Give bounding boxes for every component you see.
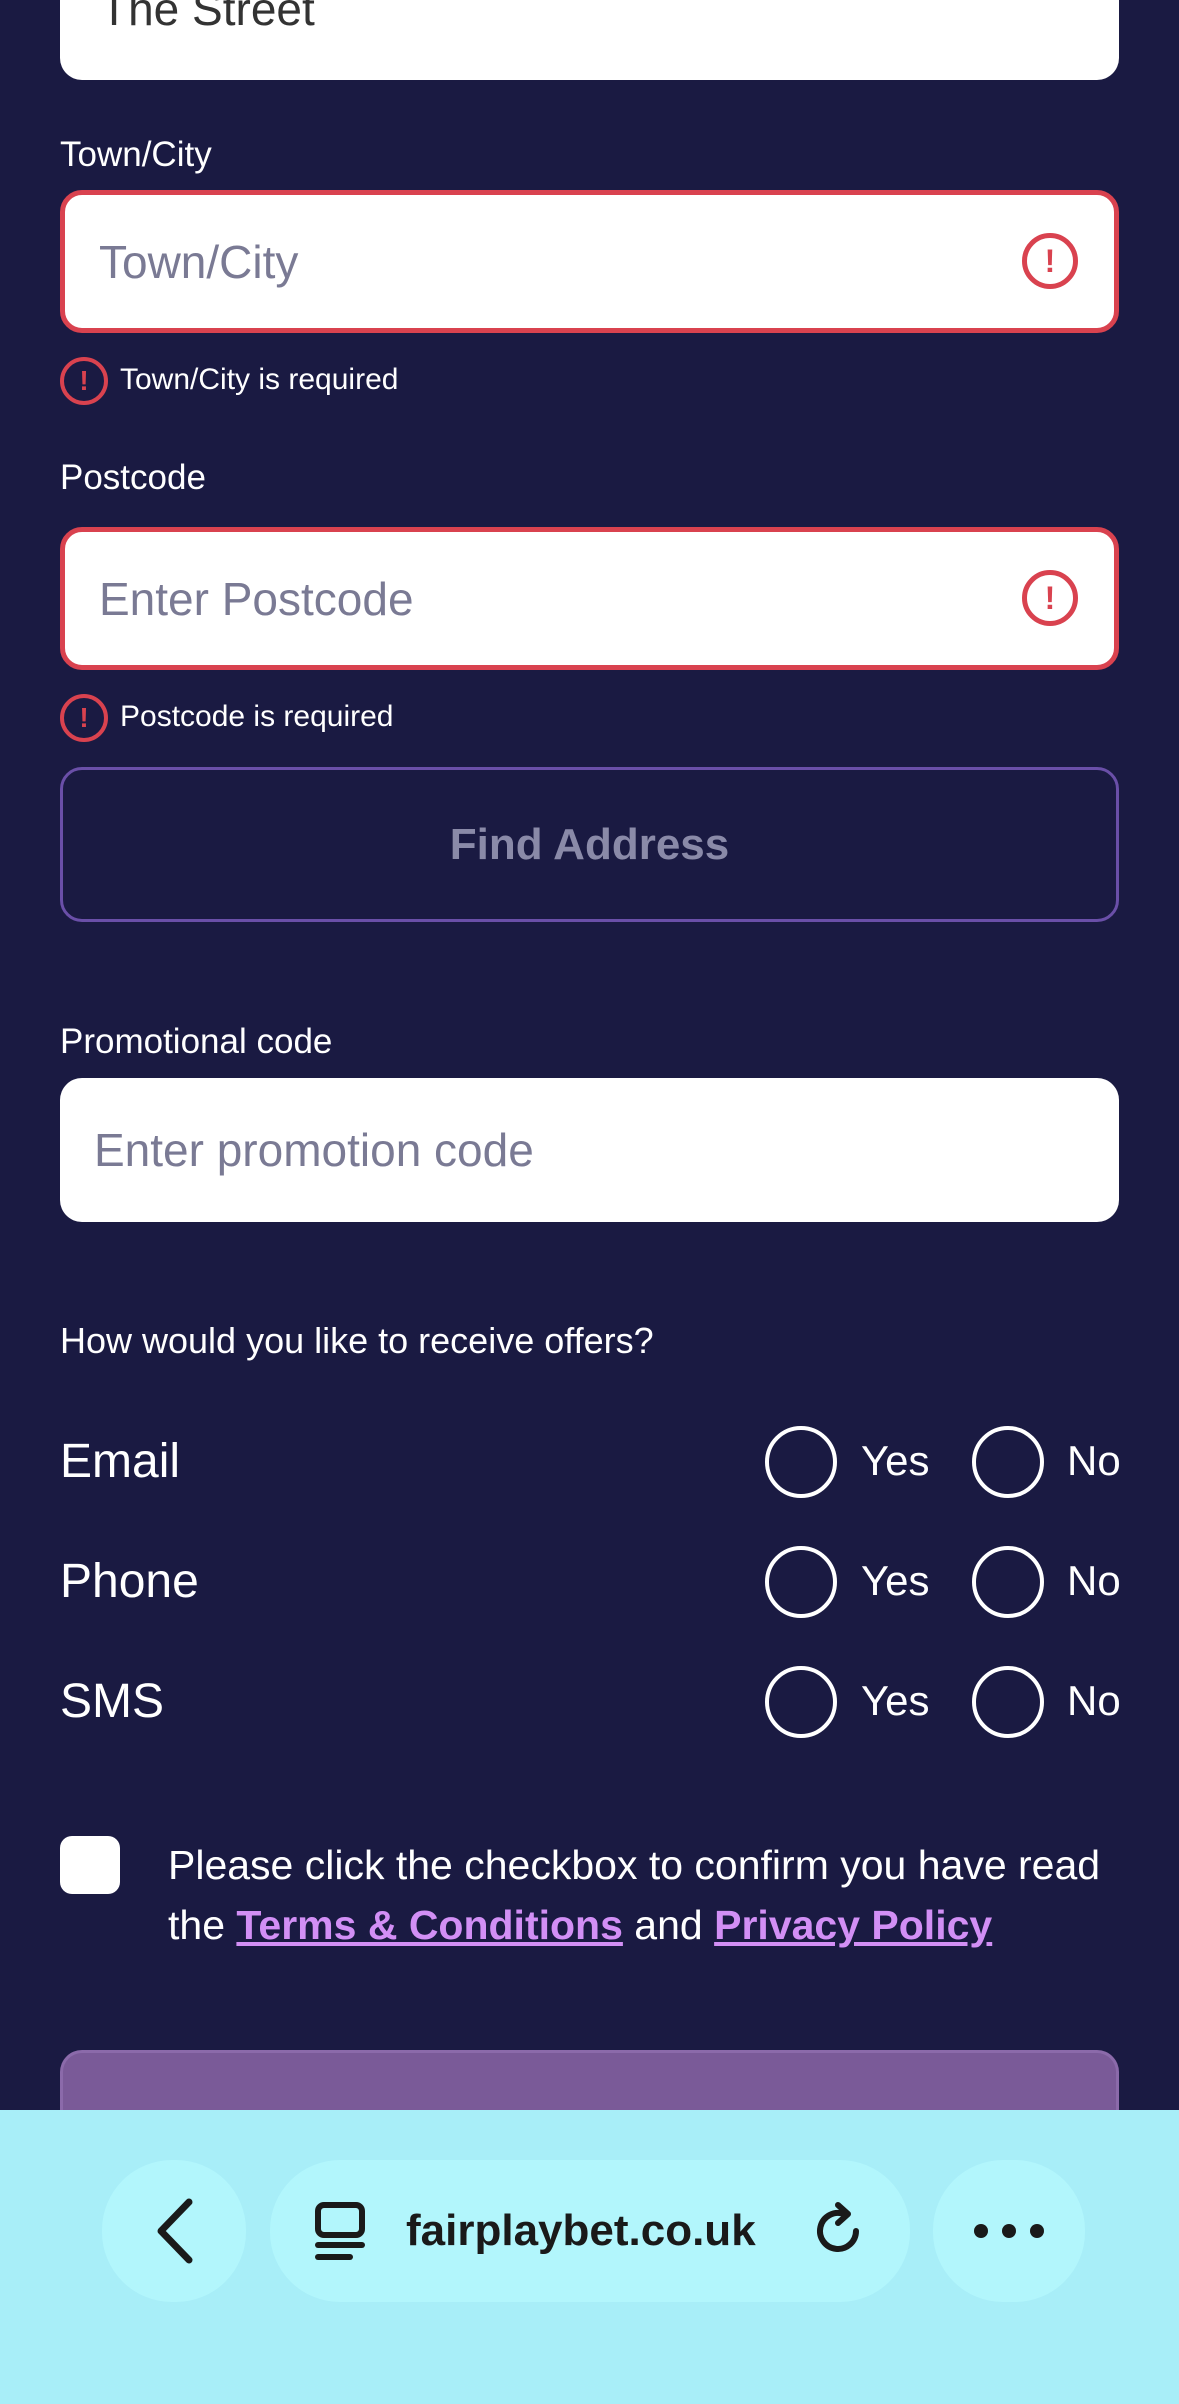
promo-input-placeholder: Enter promotion code [94, 1124, 534, 1176]
offer-row-sms-label: SMS [60, 1675, 165, 1728]
chevron-left-icon [157, 2198, 193, 2264]
street-input-value: The Street [100, 0, 315, 35]
offers-question: How would you like to receive offers? [60, 1320, 654, 1361]
phone-yes-label: Yes [861, 1557, 930, 1604]
tabs-icon [315, 2202, 365, 2260]
email-yes-label: Yes [861, 1437, 930, 1484]
postcode-error-text: Postcode is required [120, 700, 394, 733]
postcode-input-placeholder: Enter Postcode [99, 572, 414, 625]
offer-row-phone-label: Phone [60, 1555, 199, 1608]
town-error-text: Town/City is required [120, 363, 399, 396]
sms-no-radio[interactable] [972, 1666, 1044, 1738]
browser-toolbar: fairplaybet.co.uk [0, 2110, 1179, 2404]
privacy-link[interactable]: Privacy Policy [714, 1902, 992, 1948]
reload-icon[interactable] [808, 2201, 868, 2261]
town-input[interactable]: Town/City ! [60, 190, 1119, 333]
sms-yes-radio[interactable] [765, 1666, 837, 1738]
town-error-small-icon: ! [60, 357, 108, 405]
email-no-label: No [1067, 1437, 1121, 1484]
url-text: fairplaybet.co.uk [406, 2206, 756, 2255]
phone-yes-radio[interactable] [765, 1546, 837, 1618]
email-yes-radio[interactable] [765, 1426, 837, 1498]
promo-label: Promotional code [60, 1022, 333, 1061]
town-input-placeholder: Town/City [99, 235, 299, 288]
back-button[interactable] [102, 2160, 246, 2302]
sms-yes-label: Yes [861, 1677, 930, 1724]
postcode-label: Postcode [60, 458, 206, 497]
terms-link[interactable]: Terms & Conditions [236, 1902, 622, 1948]
find-address-button[interactable]: Find Address [60, 767, 1119, 922]
address-bar[interactable]: fairplaybet.co.uk [270, 2160, 910, 2302]
town-error-icon: ! [1022, 233, 1078, 289]
terms-text: Please click the checkbox to confirm you… [168, 1835, 1118, 1955]
phone-no-label: No [1067, 1557, 1121, 1604]
promo-input[interactable]: Enter promotion code [60, 1078, 1119, 1222]
more-button[interactable] [933, 2160, 1085, 2302]
street-input[interactable]: The Street [60, 0, 1119, 80]
terms-checkbox[interactable] [60, 1836, 120, 1894]
postcode-error-small-icon: ! [60, 694, 108, 742]
sms-no-label: No [1067, 1677, 1121, 1724]
phone-no-radio[interactable] [972, 1546, 1044, 1618]
postcode-error-icon: ! [1022, 570, 1078, 626]
email-no-radio[interactable] [972, 1426, 1044, 1498]
terms-and: and [634, 1902, 703, 1948]
town-label: Town/City [60, 135, 212, 174]
more-dots-icon [974, 2224, 1044, 2238]
postcode-input[interactable]: Enter Postcode ! [60, 527, 1119, 670]
offer-row-email-label: Email [60, 1435, 181, 1488]
